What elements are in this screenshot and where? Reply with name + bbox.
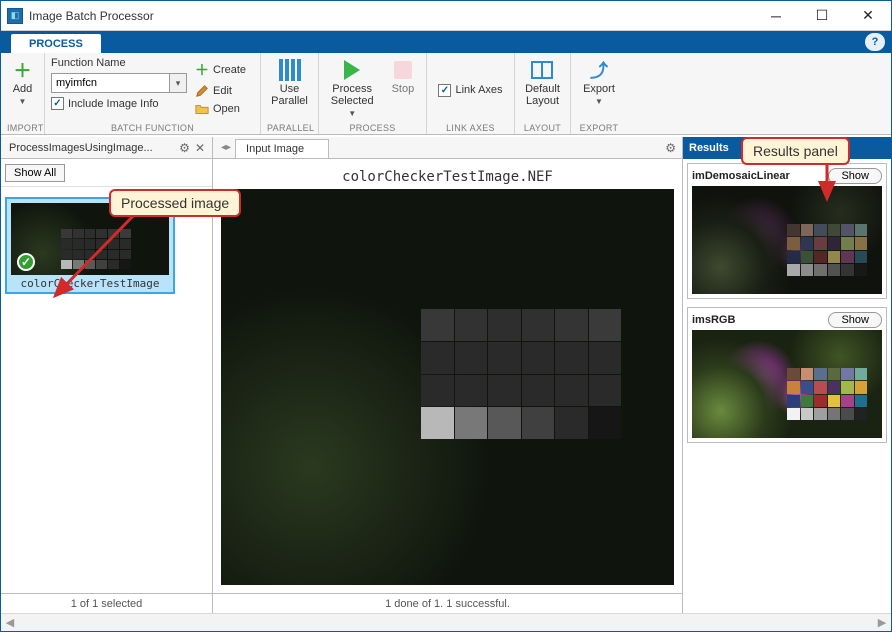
- section-linkaxes: LINK AXES: [433, 121, 508, 134]
- image-filename: colorCheckerTestImage.NEF: [342, 169, 553, 185]
- viewer-status: 1 done of 1. 1 successful.: [213, 593, 682, 613]
- close-icon[interactable]: ✕: [192, 141, 208, 155]
- section-parallel: PARALLEL: [267, 121, 312, 134]
- gear-icon[interactable]: ⚙: [663, 141, 678, 155]
- process-label: Process Selected: [331, 83, 374, 107]
- use-parallel-button[interactable]: Use Parallel: [267, 57, 312, 109]
- parallel-icon: [279, 59, 301, 81]
- tab-input-image[interactable]: Input Image: [235, 139, 329, 158]
- annotation-label: Processed image: [109, 189, 241, 217]
- layout-label: Default Layout: [525, 83, 560, 107]
- gear-icon[interactable]: ⚙: [177, 141, 192, 155]
- minimize-button[interactable]: ─: [753, 1, 799, 31]
- browser-status: 1 of 1 selected: [1, 593, 212, 613]
- edit-label: Edit: [213, 85, 232, 97]
- tab-toggle-icon[interactable]: ◂▸: [217, 142, 235, 153]
- annotation-label: Results panel: [741, 137, 850, 165]
- browser-tab[interactable]: ProcessImagesUsingImage...: [5, 142, 177, 154]
- scroll-right-icon[interactable]: ▶: [873, 616, 891, 629]
- open-button[interactable]: Open: [193, 101, 248, 117]
- result-card: imDemosaicLinear Show: [687, 163, 887, 299]
- section-import: IMPORT: [7, 121, 38, 134]
- create-label: Create: [213, 64, 246, 76]
- create-button[interactable]: ＋ Create: [193, 59, 248, 81]
- function-name-label: Function Name: [51, 57, 187, 69]
- annotation-arrow-icon: [41, 201, 151, 311]
- tab-process[interactable]: PROCESS: [11, 34, 101, 53]
- pencil-icon: [195, 84, 209, 98]
- chevron-down-icon: ▼: [19, 97, 27, 106]
- open-label: Open: [213, 103, 240, 115]
- play-icon: [344, 60, 360, 80]
- close-button[interactable]: ✕: [845, 1, 891, 31]
- edit-button[interactable]: Edit: [193, 83, 248, 99]
- export-icon: ⤴: [588, 59, 610, 81]
- default-layout-button[interactable]: Default Layout: [521, 57, 564, 109]
- input-image-display[interactable]: [221, 189, 674, 585]
- result-card: imsRGB Show: [687, 307, 887, 443]
- success-badge-icon: ✓: [17, 253, 35, 271]
- section-export: EXPORT: [577, 121, 621, 134]
- add-button[interactable]: ＋ Add ▼: [8, 57, 38, 108]
- result-image[interactable]: [692, 330, 882, 438]
- result-name: imsRGB: [692, 314, 828, 326]
- include-label: Include Image Info: [68, 98, 159, 110]
- plus-icon: ＋: [195, 60, 209, 80]
- stop-icon: [394, 61, 412, 79]
- link-axes-checkbox[interactable]: ✓ Link Axes: [438, 84, 502, 97]
- chevron-down-icon: ▼: [348, 109, 356, 118]
- function-name-input[interactable]: [51, 73, 169, 93]
- horizontal-scrollbar[interactable]: ◀ ▶: [1, 613, 891, 631]
- annotation-processed-image: Processed image: [109, 189, 241, 217]
- layout-icon: [531, 61, 553, 79]
- export-button[interactable]: ⤴ Export ▼: [579, 57, 619, 108]
- folder-icon: [195, 102, 209, 116]
- link-axes-label: Link Axes: [455, 84, 502, 96]
- browser-tabrow: ProcessImagesUsingImage... ⚙ ✕: [1, 137, 212, 159]
- app-icon: ◧: [7, 8, 23, 24]
- toolstrip: ＋ Add ▼ IMPORT Function Name ▾ ✓ Include…: [1, 53, 891, 135]
- title-bar: ◧ Image Batch Processor ─ ☐ ✕: [1, 1, 891, 31]
- function-dropdown-button[interactable]: ▾: [169, 73, 187, 93]
- stop-label: Stop: [392, 83, 415, 95]
- show-all-button[interactable]: Show All: [5, 164, 65, 182]
- window-title: Image Batch Processor: [29, 9, 753, 23]
- annotation-results-panel: Results panel: [741, 137, 850, 165]
- viewer-pane: ◂▸ Input Image ⚙ colorCheckerTestImage.N…: [213, 137, 683, 613]
- results-pane: Results ⚙ imDemosaicLinear Show: [683, 137, 891, 613]
- annotation-arrow-icon: [811, 159, 851, 209]
- result-image[interactable]: [692, 186, 882, 294]
- add-label: Add: [13, 83, 33, 95]
- maximize-button[interactable]: ☐: [799, 1, 845, 31]
- ribbon-tabstrip: PROCESS ?: [1, 31, 891, 53]
- section-process: PROCESS: [325, 121, 420, 134]
- result-name: imDemosaicLinear: [692, 170, 828, 182]
- chevron-down-icon: ▼: [595, 97, 603, 106]
- help-button[interactable]: ?: [865, 33, 885, 51]
- checkbox-icon: ✓: [438, 84, 451, 97]
- plus-icon: ＋: [12, 59, 34, 81]
- show-button[interactable]: Show: [828, 312, 882, 328]
- export-label: Export: [583, 83, 615, 95]
- include-image-info-checkbox[interactable]: ✓ Include Image Info: [51, 97, 187, 110]
- section-layout: LAYOUT: [521, 121, 564, 134]
- checkbox-icon: ✓: [51, 97, 64, 110]
- stop-button[interactable]: Stop: [388, 57, 419, 97]
- section-batch: BATCH FUNCTION: [51, 121, 254, 134]
- process-selected-button[interactable]: Process Selected ▼: [327, 57, 378, 120]
- scroll-left-icon[interactable]: ◀: [1, 616, 19, 629]
- parallel-label: Use Parallel: [271, 83, 308, 107]
